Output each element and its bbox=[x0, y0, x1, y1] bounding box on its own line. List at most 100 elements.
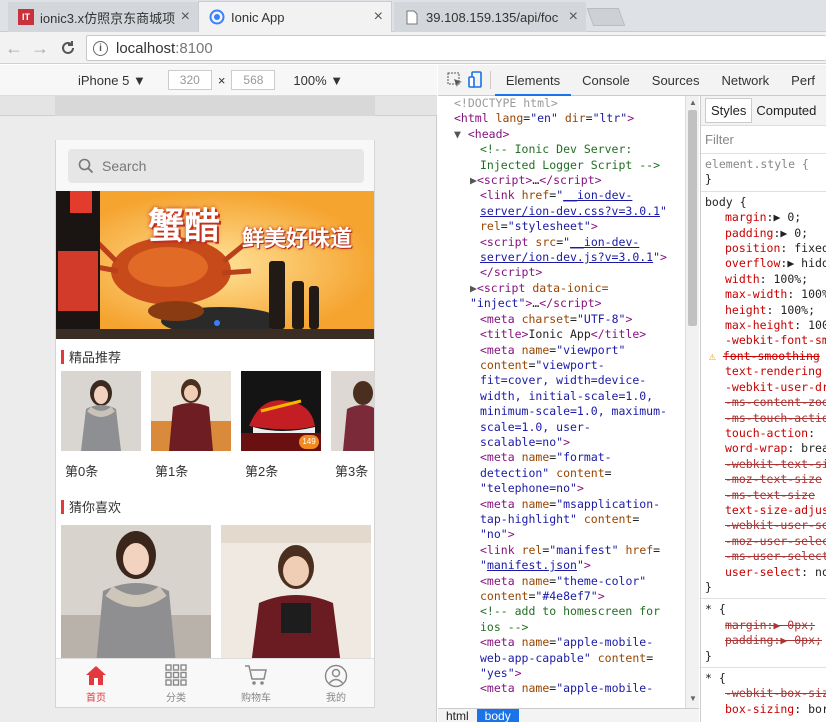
styles-filter-input[interactable]: Filter bbox=[701, 126, 826, 154]
scroll-down-arrow-icon[interactable]: ▼ bbox=[689, 694, 697, 703]
tab-home[interactable]: 首页 bbox=[56, 659, 136, 707]
banner-headline: 蟹醋 bbox=[148, 205, 221, 247]
forward-arrow-icon[interactable]: → bbox=[30, 38, 50, 58]
elements-scrollbar[interactable]: ▲ ▼ bbox=[685, 96, 699, 708]
breadcrumb: html body bbox=[438, 708, 699, 723]
rule-close: } bbox=[705, 579, 712, 594]
like-item-0[interactable] bbox=[61, 525, 211, 665]
tab-elements[interactable]: Elements bbox=[494, 64, 572, 96]
tab-styles[interactable]: Styles bbox=[705, 97, 753, 124]
recommend-item-0[interactable]: 第0条 bbox=[61, 371, 141, 480]
address-bar: ← → i localhost:8100 bbox=[0, 32, 826, 64]
pager-dot-active[interactable] bbox=[214, 320, 220, 326]
star-selector: * { bbox=[705, 602, 726, 617]
times-sign: × bbox=[217, 72, 226, 88]
app-tab-bar: 首页 分类 购物车 我的 bbox=[56, 658, 374, 707]
styles-tabbar: Styles Computed bbox=[701, 96, 826, 126]
tab-computed[interactable]: Computed bbox=[752, 99, 820, 122]
recommend-caption: 第1条 bbox=[155, 464, 189, 479]
device-toolbar: iPhone 5 ▼ 320 × 568 100% ▼ bbox=[0, 65, 437, 96]
recommend-item-2[interactable]: 149 第2条 bbox=[241, 371, 321, 480]
browser-tab-2[interactable]: 39.108.159.135/api/foc × bbox=[394, 2, 586, 32]
body-selector: body { bbox=[705, 194, 747, 209]
recommend-title-text: 精品推荐 bbox=[69, 350, 122, 365]
home-icon bbox=[86, 665, 106, 685]
close-icon[interactable]: × bbox=[181, 8, 190, 26]
info-icon[interactable]: i bbox=[93, 40, 108, 56]
reload-icon[interactable] bbox=[58, 38, 78, 58]
recommend-caption: 第3条 bbox=[335, 464, 369, 479]
inspect-icon[interactable] bbox=[444, 72, 465, 88]
recommend-item-1[interactable]: 第1条 bbox=[151, 371, 231, 480]
rule-close: } bbox=[705, 648, 712, 663]
tab-console[interactable]: Console bbox=[571, 65, 641, 96]
browser-tab-1[interactable]: Ionic App × bbox=[198, 1, 392, 32]
grid-icon bbox=[165, 663, 187, 686]
search-icon bbox=[78, 158, 94, 174]
product-image bbox=[61, 371, 141, 451]
search-bar: Search bbox=[56, 140, 374, 191]
scroll-up-arrow-icon[interactable]: ▲ bbox=[689, 98, 697, 107]
close-icon[interactable]: × bbox=[374, 8, 383, 26]
search-placeholder: Search bbox=[102, 158, 147, 174]
browser-tab-0[interactable]: IT ionic3.x仿照京东商城项目 × bbox=[8, 2, 198, 32]
search-input[interactable]: Search bbox=[68, 149, 364, 183]
divider bbox=[490, 71, 491, 89]
styles-pane: Styles Computed Filter element.style { }… bbox=[700, 96, 826, 722]
it-favicon-icon: IT bbox=[18, 9, 34, 25]
element-style-rule[interactable]: element.style { } bbox=[701, 154, 826, 191]
banner-slide[interactable]: 蟹醋 鲜美好味道 bbox=[56, 191, 374, 339]
tab-network[interactable]: Network bbox=[710, 65, 780, 96]
tab-performance[interactable]: Perf bbox=[780, 65, 826, 96]
rule-close: } bbox=[705, 172, 712, 187]
ionic-favicon-icon bbox=[209, 9, 225, 25]
breadcrumb-html[interactable]: html bbox=[438, 709, 477, 723]
user-icon bbox=[324, 664, 348, 687]
element-style-selector: element.style { bbox=[705, 157, 809, 171]
recommend-item-3[interactable]: 第3条 bbox=[331, 371, 374, 480]
ruler-device-span bbox=[55, 96, 375, 116]
tab-title: 39.108.159.135/api/foc bbox=[426, 9, 559, 25]
document-icon bbox=[404, 9, 420, 25]
like-title-text: 猜你喜欢 bbox=[69, 500, 122, 515]
recommend-caption: 第0条 bbox=[65, 464, 99, 479]
tab-cart[interactable]: 购物车 bbox=[216, 659, 296, 707]
zoom-value: 100% bbox=[293, 72, 327, 88]
section-bar bbox=[61, 349, 64, 364]
url-input[interactable]: i localhost:8100 bbox=[86, 35, 826, 61]
phone-viewport: Search 蟹醋 鲜美好味道 精品推荐 第0条 第1条 149 第2条 第3条… bbox=[55, 140, 375, 708]
product-image bbox=[151, 371, 231, 451]
star-rule-2[interactable]: * { -webkit-box-sizing box-sizing: borde… bbox=[701, 667, 826, 720]
section-bar bbox=[61, 499, 64, 514]
close-icon[interactable]: × bbox=[569, 8, 578, 26]
tab-title: Ionic App bbox=[231, 9, 285, 25]
device-toggle-icon[interactable] bbox=[465, 71, 486, 89]
url-port: :8100 bbox=[175, 39, 213, 57]
like-item-1[interactable] bbox=[221, 525, 371, 665]
tab-title: ionic3.x仿照京东商城项目 bbox=[40, 10, 175, 26]
tab-mine[interactable]: 我的 bbox=[296, 659, 374, 707]
width-input[interactable]: 320 bbox=[167, 70, 212, 90]
elements-tree[interactable]: <!DOCTYPE html> <html lang="en" dir="ltr… bbox=[438, 96, 685, 708]
cart-icon bbox=[245, 664, 267, 685]
star-selector: * { bbox=[705, 671, 726, 685]
tab-sources[interactable]: Sources bbox=[641, 65, 711, 96]
tab-label: 我的 bbox=[326, 692, 346, 704]
scrollbar-thumb[interactable] bbox=[688, 110, 697, 326]
zoom-select[interactable]: 100% ▼ bbox=[293, 73, 343, 88]
star-rule[interactable]: * { margin:▶ 0px; padding:▶ 0px; } bbox=[701, 598, 826, 667]
devtools-tabbar: Elements Console Sources Network Perf bbox=[438, 64, 826, 96]
height-input[interactable]: 568 bbox=[231, 70, 276, 90]
tab-label: 分类 bbox=[166, 692, 186, 704]
back-arrow-icon[interactable]: ← bbox=[4, 38, 24, 58]
breadcrumb-body[interactable]: body bbox=[476, 709, 519, 723]
recommend-section-title: 精品推荐 bbox=[61, 347, 121, 366]
device-name: iPhone 5 bbox=[78, 72, 130, 88]
browser-tab-strip: IT ionic3.x仿照京东商城项目 × Ionic App × 39.108… bbox=[0, 0, 826, 32]
device-select[interactable]: iPhone 5 ▼ bbox=[78, 73, 146, 88]
body-rule[interactable]: body { margin:▶ 0; padding:▶ 0; position… bbox=[701, 190, 826, 599]
price-badge: 149 bbox=[299, 435, 319, 449]
tab-category[interactable]: 分类 bbox=[136, 659, 216, 707]
new-tab-button[interactable] bbox=[586, 8, 626, 26]
recommend-caption: 第2条 bbox=[245, 464, 279, 479]
